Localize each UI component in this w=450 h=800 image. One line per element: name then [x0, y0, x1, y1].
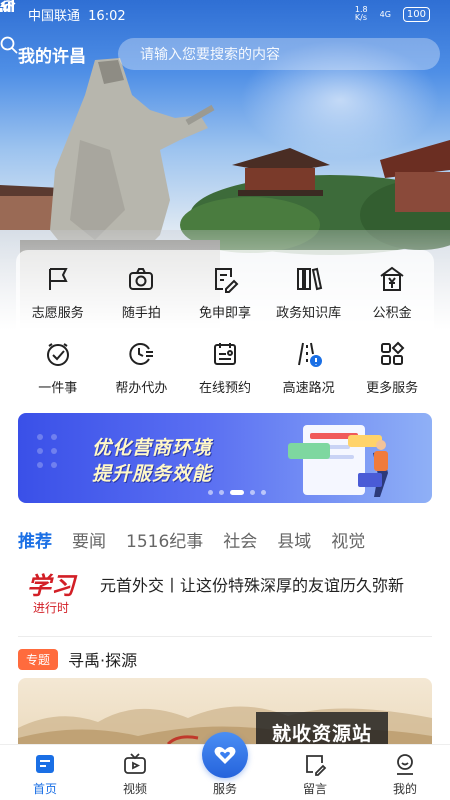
service-agent[interactable]: 帮办代办 [100, 339, 184, 396]
carrier: 中国联通 [28, 8, 81, 24]
promo-banner[interactable]: 优化营商环境 提升服务效能 [18, 413, 432, 503]
service-highway[interactable]: 高速路况 [267, 339, 351, 396]
clock: 16:02 [88, 8, 126, 24]
service-knowledge-base[interactable]: 政务知识库 [267, 264, 351, 321]
nav-profile[interactable]: 我的 [360, 745, 450, 800]
top-bar: 我的许昌 请输入您要搜索的内容 [0, 36, 450, 72]
service-more[interactable]: 更多服务 [350, 339, 434, 396]
banner-pager [208, 490, 266, 495]
books-icon [294, 264, 324, 294]
grid-more-icon [377, 339, 407, 369]
news-title: 元首外交丨让这份特殊深厚的友谊历久弥新 [100, 576, 405, 595]
battery-indicator: 100 [402, 6, 430, 22]
service-one-thing[interactable]: 一件事 [16, 339, 100, 396]
tab-visual[interactable]: 视觉 [331, 527, 365, 552]
message-edit-icon [302, 751, 328, 777]
nav-home[interactable]: 首页 [0, 745, 90, 800]
net-speed: 1.8 K/s [354, 5, 368, 22]
topic-badge: 专题 [18, 648, 59, 670]
check-clock-icon [43, 339, 73, 369]
service-appointment[interactable]: 在线预约 [183, 339, 267, 396]
topic-title: 寻禹·探源 [68, 651, 138, 670]
service-no-apply[interactable]: 免申即享 [183, 264, 267, 321]
home-icon [32, 751, 58, 777]
camera-icon [126, 264, 156, 294]
services-grid: 志愿服务 随手拍 免申即享 政务知识库 公积金 一件事 帮办代办 在线预约 高速… [16, 264, 434, 396]
divider [18, 636, 432, 637]
nav-message[interactable]: 留言 [270, 745, 360, 800]
service-volunteer[interactable]: 志愿服务 [16, 264, 100, 321]
tab-society[interactable]: 社会 [223, 527, 257, 552]
road-alert-icon [294, 339, 324, 369]
news-tabs: 推荐 要闻 1516纪事 社会 县域 视觉 [0, 522, 450, 556]
status-bar: 中国联通 16:02 1.8 K/s 4G 100 [0, 0, 450, 28]
city-title[interactable]: 我的许昌 [18, 42, 108, 67]
calendar-card-icon [210, 339, 240, 369]
house-yen-icon [377, 264, 407, 294]
signal-type: 4G [379, 9, 391, 19]
banner-line1: 优化营商环境 [92, 437, 213, 459]
tab-1516[interactable]: 1516纪事 [126, 527, 203, 552]
service-housing-fund[interactable]: 公积金 [350, 264, 434, 321]
flag-icon [43, 264, 73, 294]
search-input[interactable]: 请输入您要搜索的内容 [0, 36, 440, 70]
service-snapshot[interactable]: 随手拍 [100, 264, 184, 321]
news-item[interactable]: 学习 进行时 元首外交丨让这份特殊深厚的友谊历久弥新 [0, 570, 450, 636]
heart-hands-icon[interactable] [202, 732, 248, 778]
banner-line2: 提升服务效能 [92, 463, 213, 485]
tv-icon [122, 751, 148, 777]
tab-county[interactable]: 县域 [277, 527, 311, 552]
tab-headlines[interactable]: 要闻 [72, 527, 106, 552]
user-icon [392, 751, 418, 777]
xuexi-logo: 学习 进行时 [27, 571, 75, 616]
document-edit-icon [210, 264, 240, 294]
clock-list-icon [126, 339, 156, 369]
topic-header[interactable]: 专题 寻禹·探源 [18, 648, 137, 670]
tab-recommend[interactable]: 推荐 [18, 527, 52, 552]
search-placeholder: 请输入您要搜索的内容 [140, 47, 280, 63]
nav-video[interactable]: 视频 [90, 745, 180, 800]
